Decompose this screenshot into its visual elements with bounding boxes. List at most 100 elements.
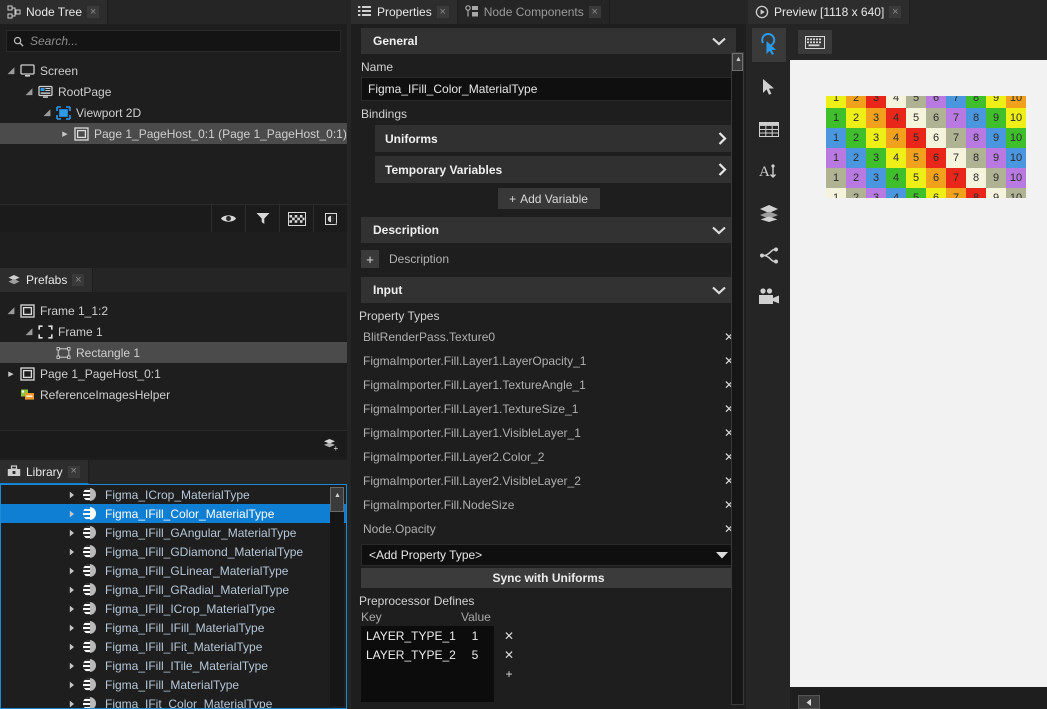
chevron-right-icon[interactable]: [718, 132, 727, 145]
chevron-down-icon[interactable]: [4, 65, 18, 76]
tree-row[interactable]: RootPage: [0, 81, 347, 102]
tree-row[interactable]: Frame 1: [0, 321, 347, 342]
close-icon[interactable]: ×: [589, 6, 601, 18]
remove-define-icon[interactable]: ✕: [494, 626, 524, 645]
chevron-right-icon[interactable]: [58, 129, 72, 138]
chevron-down-icon[interactable]: [712, 226, 726, 235]
chevron-right-icon[interactable]: [69, 662, 83, 670]
property-type-row[interactable]: FigmaImporter.Fill.Layer1.LayerOpacity_1…: [351, 349, 746, 373]
define-row[interactable]: LAYER_TYPE_11: [361, 626, 494, 645]
add-variable-button[interactable]: + Add Variable: [498, 188, 600, 209]
tab-properties[interactable]: Properties ×: [351, 0, 458, 24]
chevron-right-icon[interactable]: [69, 567, 83, 575]
chevron-right-icon[interactable]: [69, 491, 83, 499]
library-list-item[interactable]: Figma_IFill_IFill_MaterialType: [1, 618, 346, 637]
tree-row[interactable]: Screen: [0, 60, 347, 81]
node-graph-icon[interactable]: [752, 238, 786, 272]
close-icon[interactable]: ×: [889, 6, 901, 18]
property-type-row[interactable]: FigmaImporter.Fill.Layer1.VisibleLayer_1…: [351, 421, 746, 445]
library-list-item[interactable]: Figma_IFill_ITile_MaterialType: [1, 656, 346, 675]
close-icon[interactable]: ×: [68, 466, 80, 478]
property-type-row[interactable]: FigmaImporter.Fill.Layer1.TextureSize_1✕: [351, 397, 746, 421]
tree-row[interactable]: Frame 1_1:2: [0, 300, 347, 321]
property-type-row[interactable]: FigmaImporter.Fill.Layer2.Color_2✕: [351, 445, 746, 469]
remove-define-icon[interactable]: ✕: [494, 645, 524, 664]
tab-preview[interactable]: Preview [1118 x 640] ×: [748, 0, 910, 24]
chevron-down-icon[interactable]: [22, 86, 36, 97]
settings-checker-icon[interactable]: [313, 205, 347, 232]
add-property-type-select[interactable]: <Add Property Type>: [361, 544, 736, 566]
temporary-variables-row[interactable]: Temporary Variables: [375, 156, 736, 183]
define-key[interactable]: LAYER_TYPE_1: [361, 629, 456, 643]
chevron-down-icon[interactable]: [4, 305, 18, 316]
uniforms-row[interactable]: Uniforms: [375, 125, 736, 152]
chevron-down-icon[interactable]: [40, 107, 54, 118]
library-list-item[interactable]: Figma_IFill_GLinear_MaterialType: [1, 561, 346, 580]
close-icon[interactable]: ×: [437, 6, 449, 18]
close-icon[interactable]: ×: [72, 274, 84, 286]
section-general[interactable]: General: [361, 28, 736, 54]
chevron-right-icon[interactable]: [69, 510, 83, 518]
library-scrollbar-thumb[interactable]: [330, 487, 344, 512]
section-description[interactable]: Description: [361, 217, 736, 243]
tree-row[interactable]: Page 1_PageHost_0:1 (Page 1_PageHost_0:1…: [0, 123, 347, 144]
property-type-row[interactable]: Node.Opacity✕: [351, 517, 746, 541]
keyboard-icon[interactable]: [798, 30, 832, 54]
checker-grid-icon[interactable]: [279, 205, 313, 232]
chevron-right-icon[interactable]: [69, 624, 83, 632]
close-icon[interactable]: ×: [87, 6, 99, 18]
cursor-touch-icon[interactable]: [752, 28, 786, 62]
tree-row[interactable]: Page 1_PageHost_0:1: [0, 363, 347, 384]
library-list-item[interactable]: Figma_IFill_GAngular_MaterialType: [1, 523, 346, 542]
library-list-item[interactable]: Figma_IFit_Color_MaterialType: [1, 694, 346, 709]
preview-canvas[interactable]: 1234567891012345678910123456789101234567…: [790, 60, 1047, 687]
table-icon[interactable]: [752, 112, 786, 146]
section-input[interactable]: Input: [361, 277, 736, 303]
layers-icon[interactable]: [752, 196, 786, 230]
visibility-eye-icon[interactable]: [211, 205, 245, 232]
camera-icon[interactable]: [752, 280, 786, 314]
tab-node-components[interactable]: Node Components ×: [458, 0, 610, 24]
properties-scrollbar-thumb[interactable]: [732, 53, 743, 71]
chevron-down-icon[interactable]: [22, 326, 36, 337]
property-type-row[interactable]: FigmaImporter.Fill.Layer2.VisibleLayer_2…: [351, 469, 746, 493]
library-list-item[interactable]: Figma_IFill_MaterialType: [1, 675, 346, 694]
define-value[interactable]: 1: [456, 629, 494, 643]
tab-prefabs[interactable]: Prefabs ×: [0, 268, 93, 292]
chevron-right-icon[interactable]: [69, 529, 83, 537]
library-list-item[interactable]: Figma_IFill_IFit_MaterialType: [1, 637, 346, 656]
property-type-row[interactable]: FigmaImporter.Fill.NodeSize✕: [351, 493, 746, 517]
chevron-down-icon[interactable]: [712, 37, 726, 46]
add-prefab-icon[interactable]: +: [323, 437, 339, 452]
tree-row[interactable]: Rectangle 1: [0, 342, 347, 363]
library-list-item[interactable]: Figma_IFill_Color_MaterialType: [1, 504, 346, 523]
define-key[interactable]: LAYER_TYPE_2: [361, 648, 456, 662]
chevron-right-icon[interactable]: [69, 643, 83, 651]
library-list-item[interactable]: Figma_ICrop_MaterialType: [1, 485, 346, 504]
sync-with-uniforms-button[interactable]: Sync with Uniforms: [361, 568, 736, 588]
library-list-item[interactable]: Figma_IFill_GRadial_MaterialType: [1, 580, 346, 599]
library-scrollbar[interactable]: [330, 487, 344, 706]
library-list-item[interactable]: Figma_IFill_GDiamond_MaterialType: [1, 542, 346, 561]
chevron-right-icon[interactable]: [69, 586, 83, 594]
expand-icon[interactable]: [798, 695, 820, 709]
chevron-down-icon[interactable]: [712, 286, 726, 295]
chevron-right-icon[interactable]: [69, 700, 83, 708]
chevron-right-icon[interactable]: [69, 681, 83, 689]
chevron-right-icon[interactable]: [69, 548, 83, 556]
properties-scrollbar[interactable]: [731, 52, 744, 705]
filter-icon[interactable]: [245, 205, 279, 232]
tab-node-tree[interactable]: Node Tree ×: [0, 0, 108, 24]
chevron-right-icon[interactable]: [69, 605, 83, 613]
tree-row[interactable]: Viewport 2D: [0, 102, 347, 123]
chevron-right-icon[interactable]: [718, 163, 727, 176]
chevron-right-icon[interactable]: [4, 369, 18, 378]
tab-library[interactable]: Library ×: [0, 460, 89, 484]
select-arrow-icon[interactable]: [752, 70, 786, 104]
tree-row[interactable]: ReferenceImagesHelper: [0, 384, 347, 405]
define-value[interactable]: 5: [456, 648, 494, 662]
define-row[interactable]: LAYER_TYPE_25: [361, 645, 494, 664]
library-list-item[interactable]: Figma_IFill_ICrop_MaterialType: [1, 599, 346, 618]
text-sort-icon[interactable]: A: [752, 154, 786, 188]
add-define-button[interactable]: +: [494, 664, 524, 683]
